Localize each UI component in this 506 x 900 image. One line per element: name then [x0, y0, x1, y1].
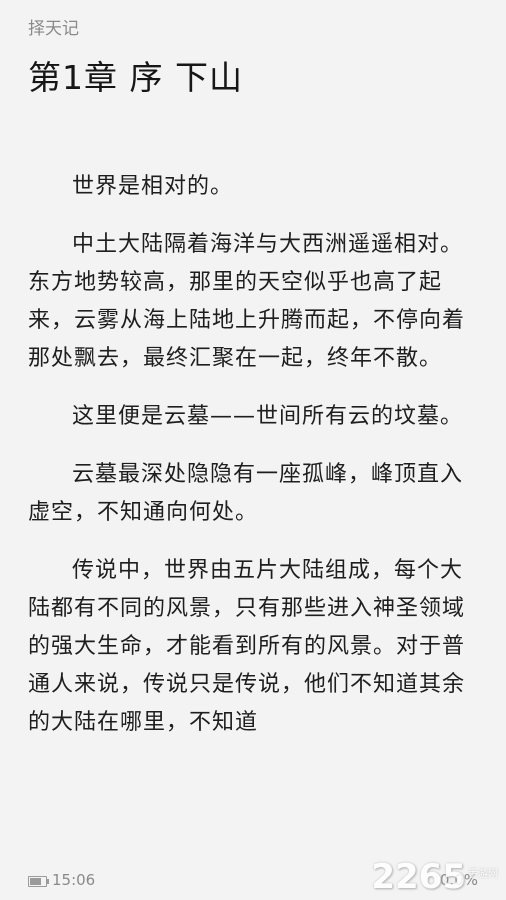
battery-icon [28, 876, 49, 887]
paragraph: 世界是相对的。 [72, 174, 234, 199]
clock-time: 15:06 [52, 871, 96, 889]
paragraph: 中土大陆隔着海洋与大西洲遥遥相对。东方地势较高，那里的天空似乎也高了起来，云雾从… [28, 232, 466, 371]
watermark-site: 手游网 [468, 869, 498, 880]
chapter-title: 第1章 序 下山 [28, 58, 243, 97]
watermark-number: 2265 [371, 857, 466, 897]
book-title: 择天记 [28, 19, 79, 39]
paragraph: 传说中，世界由五片大陆组成，每个大陆都有不同的风景，只有那些进入神圣领域的强大生… [28, 558, 466, 735]
paragraph: 这里便是云墓——世间所有云的坟墓。 [72, 404, 464, 429]
watermark-logo: 2265 手游网 [371, 860, 498, 894]
paragraph: 云墓最深处隐隐有一座孤峰，峰顶直入虚空，不知通向何处。 [28, 462, 464, 525]
reading-content[interactable]: 世界是相对的。 中土大陆隔着海洋与大西洲遥遥相对。东方地势较高，那里的天空似乎也… [28, 168, 478, 762]
